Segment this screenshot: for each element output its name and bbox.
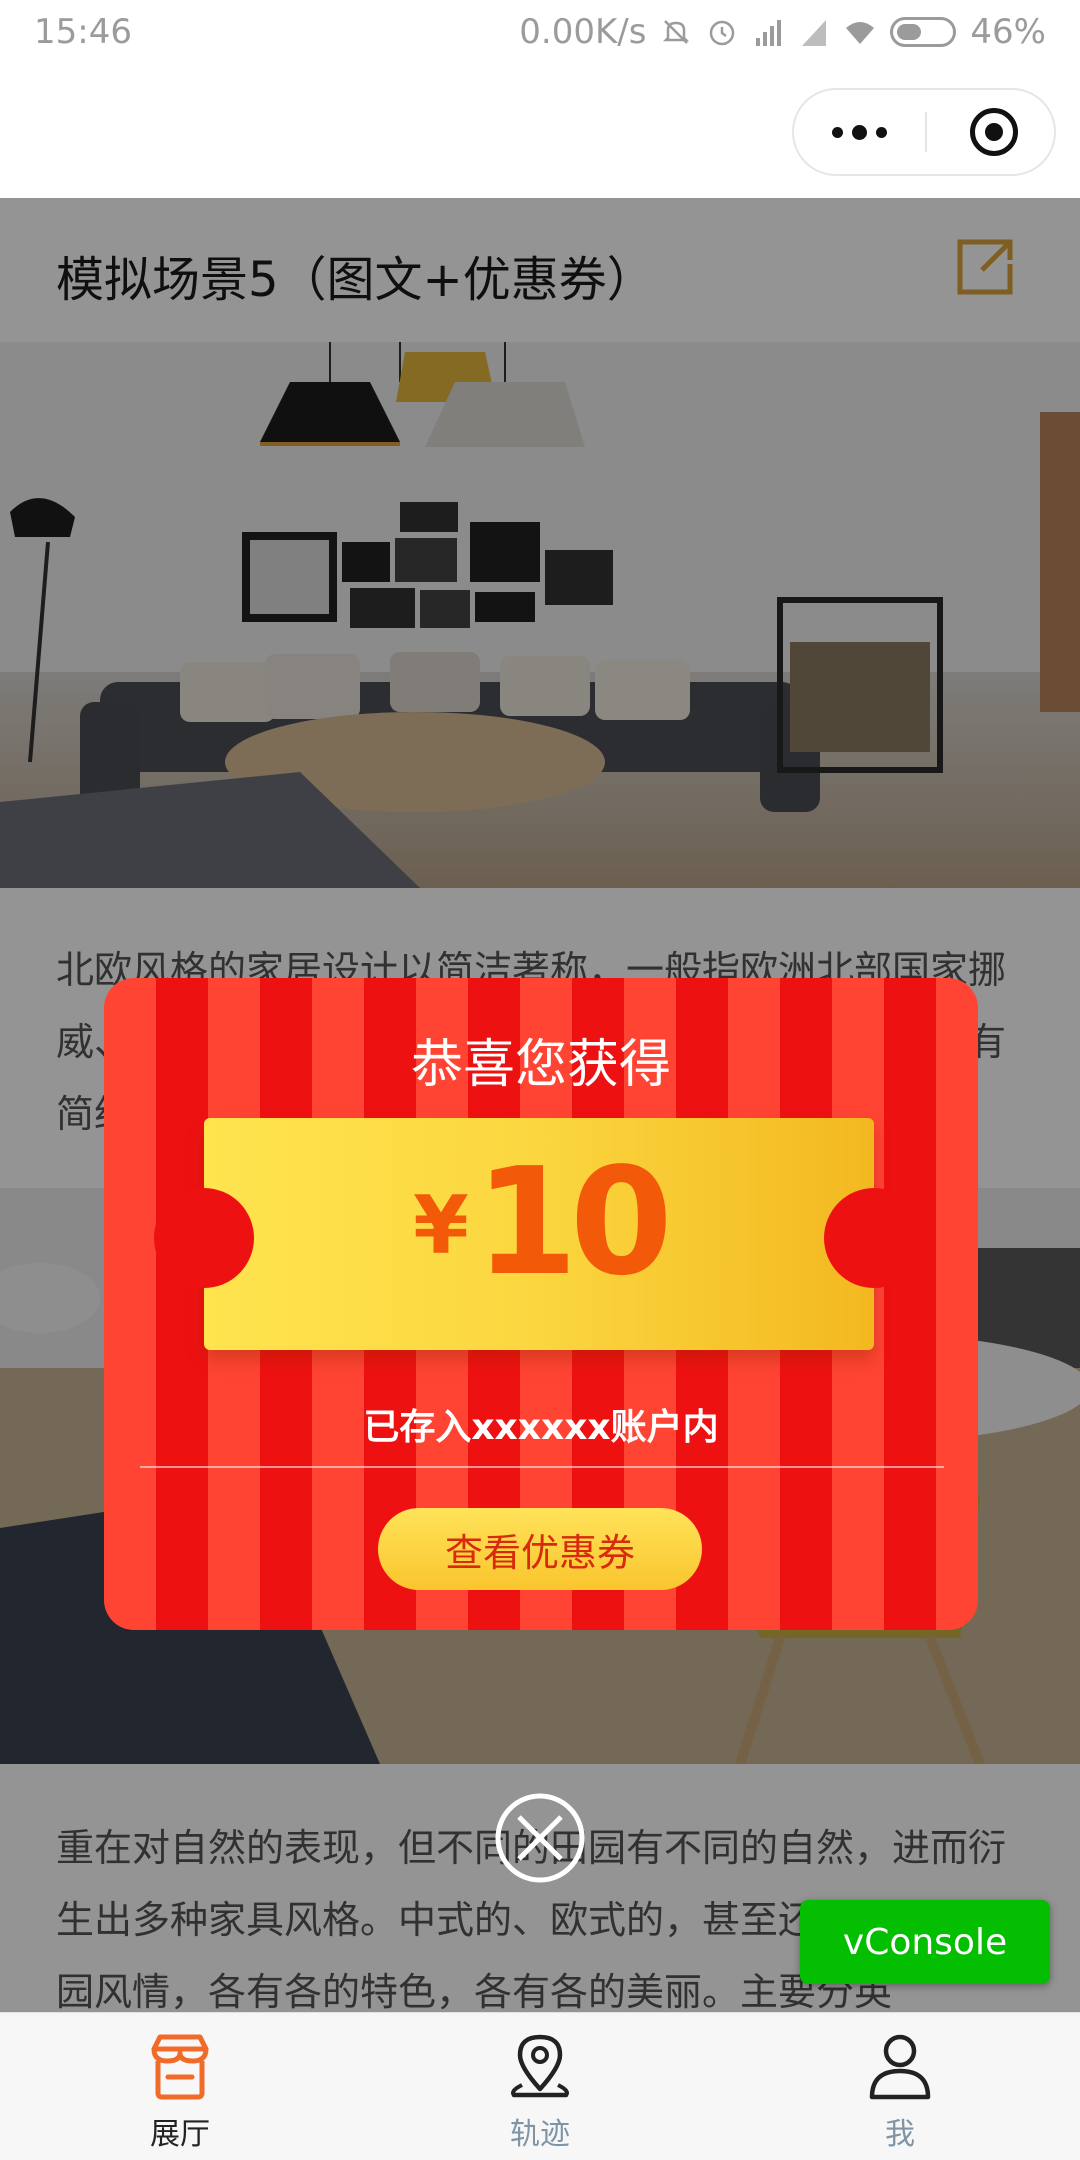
network-speed: 0.00K/s (519, 12, 647, 52)
navigation-bar (0, 68, 1080, 198)
signal-icon (802, 20, 827, 46)
store-icon (151, 2034, 209, 2100)
location-pin-icon (511, 2034, 569, 2098)
coupon-amount: ¥10 (204, 1136, 874, 1308)
alarm-icon (710, 20, 735, 46)
tab-showroom-label: 展厅 (150, 2117, 210, 2152)
close-circle-icon[interactable] (494, 1792, 586, 1884)
status-time: 15:46 (34, 12, 132, 52)
status-right: 0.00K/s 46% (519, 12, 1046, 52)
user-icon (869, 2034, 931, 2100)
mute-icon (663, 20, 690, 44)
tab-me[interactable]: 我 (720, 2013, 1080, 2160)
more-dots-icon[interactable] (794, 90, 924, 174)
coupon-heading: 恭喜您获得 (410, 1035, 671, 1095)
tab-track-label: 轨迹 (510, 2117, 570, 2152)
hd-signal-icon (756, 20, 782, 46)
coupon-value: 10 (474, 1136, 673, 1308)
coupon-stored-text: 已存入xxxxxx账户内 (363, 1407, 719, 1448)
capsule-divider (925, 112, 927, 152)
battery-percent: 46% (970, 12, 1046, 52)
tab-me-label: 我 (885, 2117, 915, 2152)
modal-overlay[interactable]: 恭喜您获得 ¥10 已存入xxxxxx账户内 查看优惠券 (0, 198, 1080, 2012)
currency-symbol: ¥ (413, 1179, 469, 1272)
coupon-ticket: ¥10 (154, 1118, 924, 1350)
tab-track[interactable]: 轨迹 (360, 2013, 720, 2160)
view-coupon-button[interactable]: 查看优惠券 (378, 1508, 702, 1590)
vconsole-button[interactable]: vConsole (800, 1900, 1050, 1984)
coupon-divider (140, 1466, 944, 1468)
coupon-popup: 恭喜您获得 ¥10 已存入xxxxxx账户内 查看优惠券 (104, 978, 978, 1630)
wifi-icon (846, 22, 875, 44)
menu-capsule (792, 88, 1056, 176)
battery-icon (890, 17, 957, 47)
tab-bar: 展厅 轨迹 我 (0, 2012, 1080, 2160)
status-bar: 15:46 0.00K/s 46% (0, 0, 1080, 68)
tab-showroom[interactable]: 展厅 (0, 2013, 360, 2160)
target-close-icon[interactable] (970, 108, 1018, 156)
